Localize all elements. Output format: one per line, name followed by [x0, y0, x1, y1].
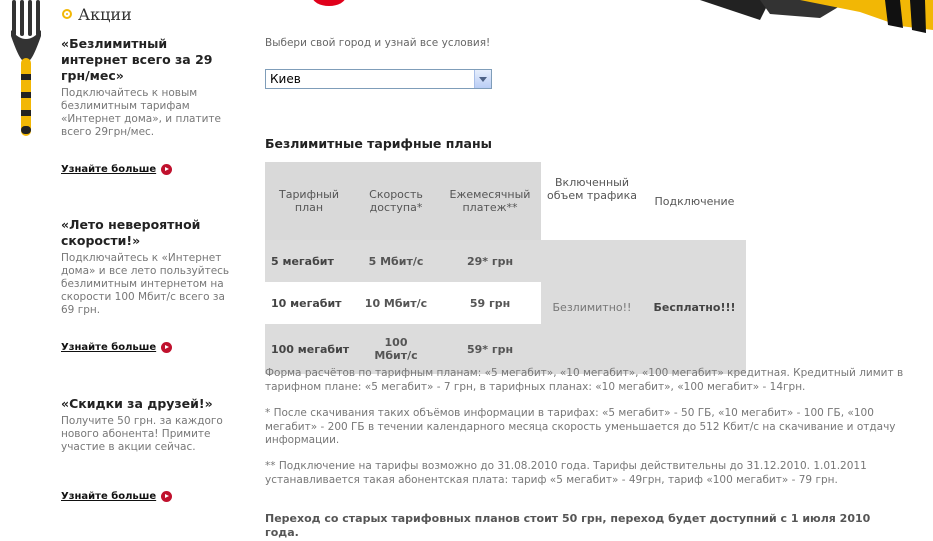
column-header: Тарифный план [265, 162, 353, 240]
learn-more-label[interactable]: Узнайте больше [61, 491, 156, 502]
city-select-value[interactable]: Киев [266, 72, 474, 86]
chevron-down-icon[interactable] [479, 76, 487, 82]
learn-more-link[interactable]: Узнайте больше [61, 164, 173, 175]
plan-cell: 5 мегабит [265, 240, 353, 282]
learn-more-link[interactable]: Узнайте больше [61, 342, 173, 353]
section-header: Акции [62, 4, 132, 24]
footnote-speed: * После скачивания таких объёмов информа… [265, 407, 896, 446]
traffic-value: Безлимитно!! [552, 300, 632, 314]
dropdown-button[interactable] [474, 70, 491, 88]
bullet-icon [62, 9, 72, 19]
city-select[interactable]: Киев [265, 69, 492, 89]
column-header: Включенный объем трафика [541, 162, 643, 240]
speed-cell: 5 Мбит/с [353, 240, 439, 282]
tariff-table: Тарифный план Скорость доступа* Ежемесяч… [265, 162, 746, 374]
table-header-row: Тарифный план Скорость доступа* Ежемесяч… [265, 162, 746, 240]
plan-cell: 10 мегабит [265, 282, 353, 324]
learn-more-label[interactable]: Узнайте больше [61, 342, 156, 353]
speed-cell: 10 Мбит/с [353, 282, 439, 324]
credit-note: Форма расчётов по тарифным планам: «5 ме… [265, 367, 904, 393]
connection-cell: Бесплатно!!! [643, 240, 746, 374]
arrow-right-icon[interactable] [161, 164, 173, 175]
decorative-red-shape [312, 0, 346, 6]
learn-more-link[interactable]: Узнайте больше [61, 491, 173, 502]
fork-icon [11, 0, 41, 136]
intro-text: Выбери свой город и узнай все условия! [265, 37, 491, 49]
promo-text: Подключайтесь к «Интернет дома» и все ле… [61, 252, 230, 316]
promo-text: Получите 50 грн. за каждого нового абоне… [61, 415, 223, 453]
promo-text: Подключайтесь к новым безлимитным тарифа… [61, 87, 221, 138]
promo-title: «Скидки за друзей!» [61, 396, 213, 411]
column-header: Ежемесячный платеж** [439, 162, 541, 240]
promo-title: «Безлимитный интернет всего за 29 грн/ме… [61, 36, 213, 83]
promo-block-summer-speed: «Лето невероятной скорости!» Подключайте… [61, 217, 237, 317]
promo-title: «Лето невероятной скорости!» [61, 217, 201, 248]
learn-more-label[interactable]: Узнайте больше [61, 164, 156, 175]
column-header: Подключение [643, 162, 746, 240]
decorative-banner-graphic [700, 0, 933, 33]
price-cell: 59 грн [439, 282, 541, 324]
price-cell: 29* грн [439, 240, 541, 282]
table-title: Безлимитные тарифные планы [265, 136, 492, 151]
connection-value: Бесплатно!!! [653, 300, 736, 314]
arrow-right-icon[interactable] [161, 491, 173, 502]
column-header: Скорость доступа* [353, 162, 439, 240]
table-row: 5 мегабит 5 Мбит/с 29* грн Безлимитно!! … [265, 240, 746, 374]
transition-note: Переход со старых тарифовных планов стои… [265, 512, 871, 539]
traffic-cell: Безлимитно!! [541, 240, 643, 374]
footnote-connection: ** Подключение на тарифы возможно до 31.… [265, 460, 867, 486]
promo-block-unlimited: «Безлимитный интернет всего за 29 грн/ме… [61, 36, 237, 139]
section-title: Акции [78, 4, 132, 24]
promo-block-friends-discount: «Скидки за друзей!» Получите 50 грн. за … [61, 396, 237, 454]
arrow-right-icon[interactable] [161, 342, 173, 353]
